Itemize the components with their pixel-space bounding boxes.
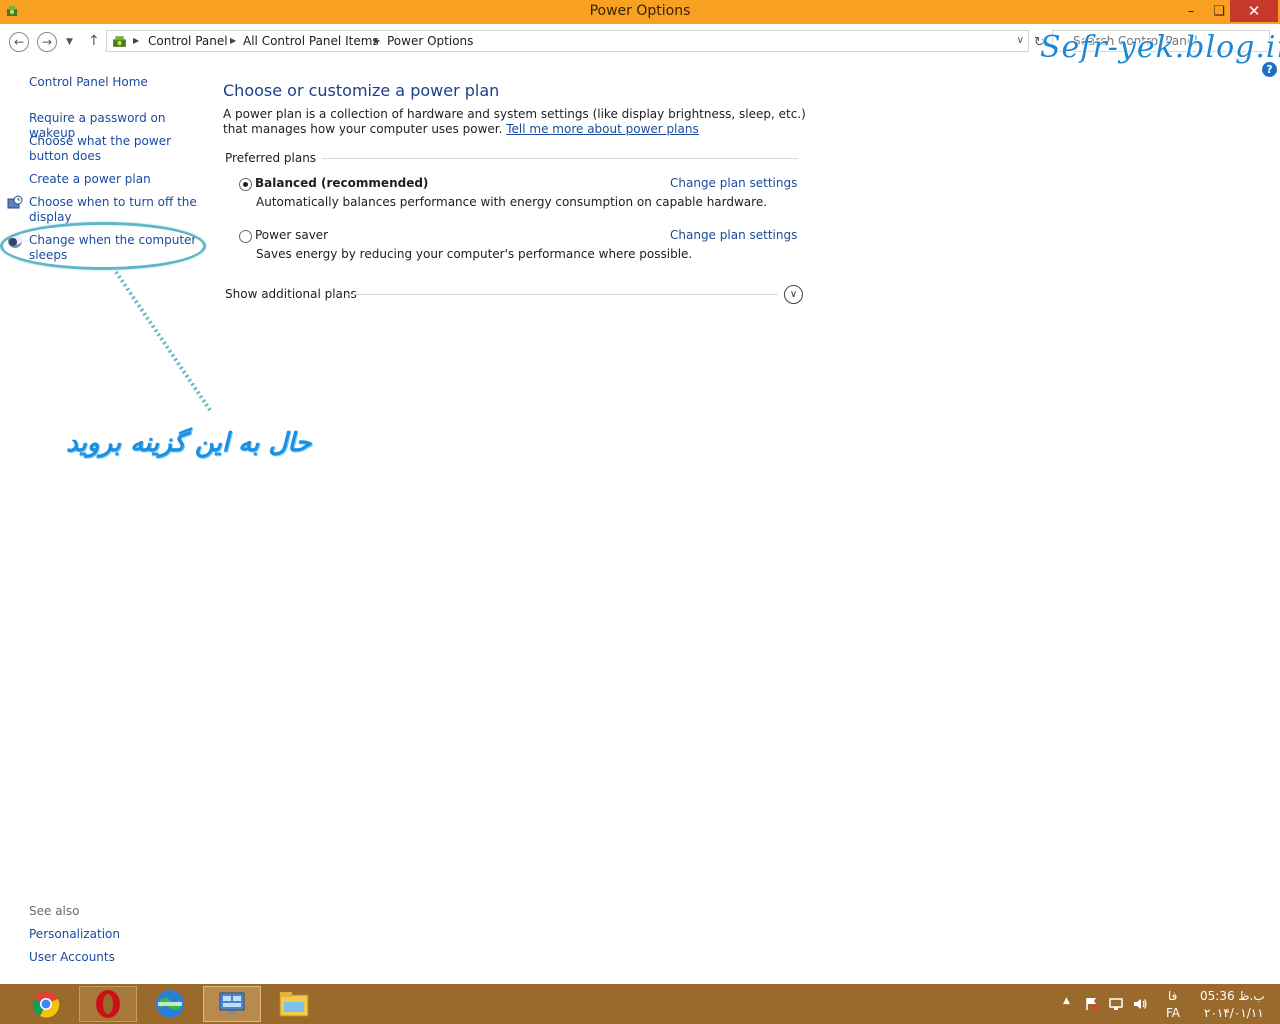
forward-button[interactable]: → [37,32,57,52]
annotation-pointer [114,270,212,412]
learn-more-link[interactable]: Tell me more about power plans [506,122,698,136]
network-icon[interactable] [1108,996,1124,1012]
additional-plans-divider [345,294,778,295]
balanced-plan-radio[interactable] [239,178,252,191]
page-description: A power plan is a collection of hardware… [223,107,813,137]
up-button[interactable]: ↑ [88,33,100,49]
action-center-flag-icon[interactable] [1084,996,1100,1012]
balanced-plan-name[interactable]: Balanced (recommended) [255,176,428,190]
breadcrumb-power-options[interactable]: Power Options [387,34,473,48]
show-hidden-icons-button[interactable]: ▲ [1063,996,1070,1006]
highlight-ellipse [0,222,206,270]
annotation-caption: حال به این گزینه بروید [66,428,312,458]
chrome-taskbar-button[interactable] [17,986,75,1022]
expand-chevron-icon[interactable]: ∨ [784,285,803,304]
power-saver-change-settings-link[interactable]: Change plan settings [670,228,797,242]
globe-app-taskbar-button[interactable] [141,986,199,1022]
power-saver-plan-name[interactable]: Power saver [255,228,328,242]
recent-locations-dropdown[interactable]: ▼ [66,37,73,47]
show-additional-plans-label[interactable]: Show additional plans [225,287,363,301]
preferred-plans-heading: Preferred plans [225,151,323,165]
user-accounts-link[interactable]: User Accounts [29,950,204,965]
control-panel-home-link[interactable]: Control Panel Home [29,75,204,90]
control-panel-taskbar-button[interactable] [203,986,261,1022]
help-icon[interactable]: ? [1262,62,1277,77]
opera-icon [96,990,120,1018]
file-explorer-icon [279,992,309,1017]
taskbar: ▲ فا FA 05:36 ب.ظ ۲۰۱۴/۰۱/۱۱ [0,984,1280,1024]
page-title: Choose or customize a power plan [223,81,500,100]
back-button[interactable]: ← [9,32,29,52]
breadcrumb-separator[interactable]: ▶ [230,36,236,45]
minimize-button[interactable]: – [1176,0,1206,22]
language-indicator[interactable]: فا [1168,989,1177,1003]
power-saver-plan-radio[interactable] [239,230,252,243]
control-panel-location-icon [113,36,126,47]
blog-watermark: Sefr-yek.blog.ir [1040,30,1280,65]
balanced-change-settings-link[interactable]: Change plan settings [670,176,797,190]
clock-date[interactable]: ۲۰۱۴/۰۱/۱۱ [1204,1006,1264,1020]
create-power-plan-link[interactable]: Create a power plan [29,172,204,187]
title-bar: Power Options – ❏ ✕ [0,0,1280,24]
control-panel-icon [219,992,245,1015]
language-code[interactable]: FA [1166,1006,1180,1020]
see-also-heading: See also [29,904,80,918]
power-saver-plan-description: Saves energy by reducing your computer's… [256,247,693,261]
file-explorer-taskbar-button[interactable] [265,986,323,1022]
breadcrumb-separator[interactable]: ▶ [374,36,380,45]
volume-icon[interactable] [1132,996,1148,1012]
close-button[interactable]: ✕ [1230,0,1278,22]
chrome-icon [32,991,60,1018]
power-button-link[interactable]: Choose what the power button does [29,134,204,164]
window-title: Power Options [589,3,691,19]
personalization-link[interactable]: Personalization [29,927,204,942]
opera-taskbar-button[interactable] [79,986,137,1022]
display-clock-icon [7,195,23,209]
balanced-plan-description: Automatically balances performance with … [256,195,768,209]
turn-off-display-link[interactable]: Choose when to turn off the display [29,195,204,225]
address-history-dropdown[interactable]: ∨ [1017,35,1024,46]
breadcrumb-all-items[interactable]: All Control Panel Items [243,34,379,48]
clock-time[interactable]: 05:36 ب.ظ [1200,989,1265,1003]
breadcrumb-control-panel[interactable]: Control Panel [148,34,228,48]
globe-app-icon [156,990,184,1018]
breadcrumb-separator[interactable]: ▶ [133,36,139,45]
address-bar[interactable]: ▶ Control Panel ▶ All Control Panel Item… [106,30,1029,52]
